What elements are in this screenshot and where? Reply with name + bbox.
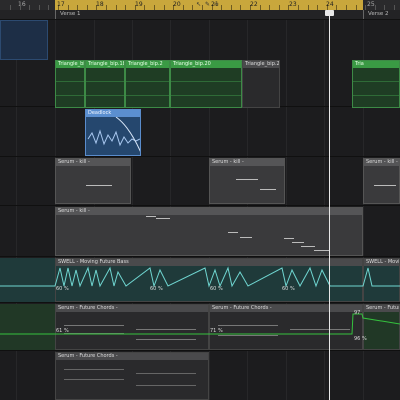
marker-tick: [363, 10, 364, 19]
marker-verse-1[interactable]: Verse 1: [60, 11, 80, 18]
automation-value: 97: [354, 310, 361, 316]
pointer-icon[interactable]: ↖: [196, 1, 202, 8]
automation-value: 71 %: [210, 328, 223, 334]
region-name: Triangle_bip.20: [171, 61, 241, 68]
pencil-icon[interactable]: ✎: [205, 1, 211, 8]
ruler-bar-number: 22: [250, 1, 258, 8]
automation-value: 60 %: [56, 286, 69, 292]
audio-region-deadlock[interactable]: Deadlock: [85, 109, 141, 156]
audio-region-triangle[interactable]: Triangle_bip.2: [125, 60, 170, 108]
audio-region-triangle-muted[interactable]: Triangle_bip.21: [242, 60, 280, 108]
ruler-bar-number: 25: [367, 1, 375, 8]
scissors-icon[interactable]: ✂: [214, 1, 220, 8]
automation-value: 60 %: [282, 286, 295, 292]
ruler-bar-number: 23: [289, 1, 297, 8]
automation-value: 60 %: [210, 286, 223, 292]
midi-region-serum-kill-long[interactable]: Serum - kill -: [55, 207, 363, 256]
waveform: [87, 117, 140, 152]
midi-region-future-chords[interactable]: Serum - Future Chords -: [55, 352, 209, 400]
playhead[interactable]: [329, 10, 330, 400]
midi-region-serum-kill[interactable]: Serum - kill -: [363, 158, 400, 204]
automation-value: 96 %: [354, 336, 367, 342]
track-separator: [0, 302, 400, 303]
region-name: Triangle_bip.23: [56, 61, 84, 68]
audio-region-partial[interactable]: [0, 20, 48, 60]
ruler-bar-number: 18: [96, 1, 104, 8]
automation-value: 61 %: [56, 328, 69, 334]
audio-region-triangle[interactable]: Triangle_bip.18: [85, 60, 125, 108]
ruler-bar-number: 20: [173, 1, 181, 8]
region-name: Serum - Future Chords -: [56, 353, 208, 360]
audio-region-triangle[interactable]: Triangle_bip.20: [170, 60, 242, 108]
region-name: Triangle_bip.21: [243, 61, 279, 68]
midi-region-serum-kill[interactable]: Serum - kill -: [55, 158, 131, 204]
region-name: Serum - kill -: [56, 208, 362, 215]
playhead-handle[interactable]: [325, 10, 334, 16]
region-name: Serum - kill -: [56, 159, 130, 166]
audio-region-triangle[interactable]: Triangle_bip.23: [55, 60, 85, 108]
track-separator: [0, 256, 400, 257]
marker-tick: [55, 10, 56, 19]
track-separator: [0, 350, 400, 351]
audio-region-triangle-right[interactable]: Tria: [352, 60, 400, 108]
region-name: Triangle_bip.2: [126, 61, 169, 68]
region-name: Deadlock: [86, 110, 140, 117]
marker-lane[interactable]: Verse 1 Verse 2: [0, 10, 400, 20]
region-name: Triangle_bip.18: [86, 61, 124, 68]
track-separator: [0, 205, 400, 206]
region-name: Tria: [353, 61, 399, 68]
midi-region-serum-kill[interactable]: Serum - kill -: [209, 158, 285, 204]
ruler-tool-icons[interactable]: ↖ ✎ ✂: [196, 0, 228, 10]
automation-value: 60 %: [150, 286, 163, 292]
ruler-bar-number: 19: [135, 1, 143, 8]
marker-verse-2[interactable]: Verse 2: [368, 11, 388, 18]
track-separator: [0, 156, 400, 157]
region-name: Serum - kill -: [210, 159, 284, 166]
region-name: Serum - kill -: [364, 159, 399, 166]
